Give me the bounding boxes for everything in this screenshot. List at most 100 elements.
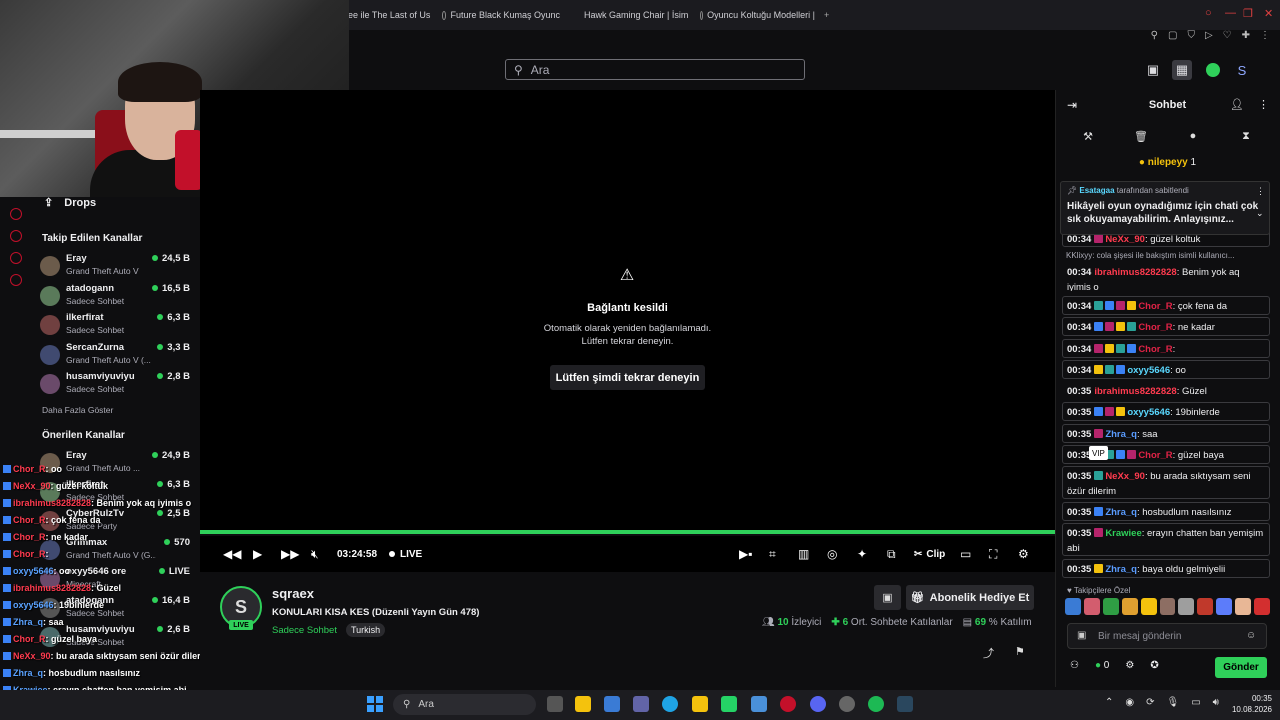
emote[interactable] — [1197, 598, 1214, 615]
chat-username[interactable]: Krawiee — [1105, 528, 1141, 539]
maximize-button[interactable]: ❐ — [1243, 7, 1253, 20]
chat-message[interactable]: 00:35 Zhra_q: hosbudlum nasılsınız — [1062, 502, 1270, 521]
emote-picker-icon[interactable]: ☺ — [1246, 630, 1256, 641]
emote[interactable] — [1254, 598, 1270, 615]
hammer-icon[interactable]: ⚒ — [1081, 130, 1095, 144]
users-icon[interactable]: 👤︎ — [1230, 98, 1244, 111]
store-icon[interactable]: ▣ — [1143, 60, 1163, 80]
discord-icon[interactable] — [810, 696, 826, 712]
progress-bar[interactable] — [200, 530, 1055, 534]
rewind-icon[interactable]: ◀◀ — [223, 546, 241, 562]
clip-button[interactable]: ✂ Clip — [914, 546, 945, 562]
taskbar-clock[interactable]: 00:35 10.08.2026 — [1222, 693, 1272, 715]
extensions-icon[interactable]: ✚ — [1242, 30, 1250, 46]
chat-username[interactable]: ibrahimus8282828 — [1094, 267, 1176, 278]
chat-input[interactable]: Bir mesaj gönderin — [1067, 623, 1267, 649]
chat-username[interactable]: ibrahimus8282828 — [1094, 386, 1176, 397]
chat-message[interactable]: 00:35 oxyy5646: 19binlerde — [1062, 402, 1270, 421]
browse-icon[interactable] — [10, 252, 22, 264]
chat-username[interactable]: Chor_R — [1138, 322, 1172, 333]
chat-settings-icon[interactable]: ▣ — [1077, 630, 1086, 641]
chat-message[interactable]: 00:35 Zhra_q: saa — [1062, 424, 1270, 443]
show-more-link[interactable]: Daha Fazla Göster — [42, 405, 113, 415]
search-icon[interactable]: ○ — [1205, 7, 1212, 19]
chat-username[interactable]: Zhra_q — [1105, 429, 1137, 440]
taskbar-search[interactable]: ⚲ Ara — [393, 694, 536, 715]
extra-button[interactable]: ▣ — [874, 585, 901, 610]
chat-username[interactable]: NeXx_90 — [1105, 471, 1145, 482]
chat-username[interactable]: Chor_R — [1138, 450, 1172, 461]
chat-username[interactable]: Chor_R — [1138, 344, 1172, 355]
chevron-up-icon[interactable]: ⌃ — [1105, 697, 1113, 708]
report-icon[interactable]: ⚑ — [1015, 645, 1025, 658]
start-button[interactable] — [367, 696, 383, 712]
share-icon[interactable]: ⤴ — [983, 645, 994, 661]
emote[interactable] — [1235, 598, 1252, 615]
sparkle-icon[interactable]: ✦ — [857, 546, 867, 562]
emote[interactable] — [1178, 598, 1195, 615]
points-icon[interactable] — [1203, 60, 1223, 80]
retry-button[interactable]: Lütfen şimdi tekrar deneyin — [550, 365, 705, 390]
followed-channel[interactable]: Eray Grand Theft Auto V 24,5 B — [40, 253, 190, 281]
community-icon[interactable]: ⚇ — [1070, 660, 1079, 671]
settings-gear-icon[interactable]: ⚙ — [1018, 546, 1029, 562]
mail-icon[interactable] — [604, 696, 620, 712]
browser-tab[interactable]: Oyuncu Koltuğu Modelleri | — [700, 6, 815, 24]
menu-icon[interactable]: ⋮ — [1260, 30, 1270, 46]
hourglass-icon[interactable]: ⧗ — [1239, 130, 1253, 144]
drops-icon[interactable]: ▦ — [1172, 60, 1192, 80]
trash-icon[interactable]: 🗑︎ — [1134, 130, 1148, 144]
chat-username[interactable]: NeXx_90 — [1105, 234, 1145, 245]
shield-icon[interactable]: ⛉ — [1187, 30, 1195, 46]
close-button[interactable]: ✕ — [1264, 7, 1273, 20]
fullscreen-icon[interactable]: ⛶ — [989, 546, 997, 562]
browser-tab[interactable]: Future Black Kumaş Oyunc — [442, 6, 560, 24]
gift-sub-button[interactable]: 🎁︎ Abonelik Hediye Et — [906, 585, 1034, 610]
steam-icon[interactable] — [897, 696, 913, 712]
chat-username[interactable]: Zhra_q — [1105, 507, 1137, 518]
mute-icon[interactable]: 🔇︎ — [311, 546, 319, 562]
channel-name[interactable]: sqraex — [272, 586, 314, 601]
chat-username[interactable]: Zhra_q — [1105, 564, 1137, 575]
search-input[interactable]: ⚲ Ara — [505, 59, 805, 80]
crop-icon[interactable]: ▢ — [1168, 30, 1177, 46]
folder-icon[interactable] — [692, 696, 708, 712]
forward-icon[interactable]: ▶▶ — [281, 546, 299, 562]
tray-app-icon[interactable]: ◉ — [1125, 697, 1134, 708]
followed-channel[interactable]: atadogann Sadece Sohbet 16,5 B — [40, 283, 190, 311]
stream-category[interactable]: Sadece Sohbet — [272, 625, 337, 636]
home-icon[interactable] — [10, 208, 22, 220]
chat-message[interactable]: 00:35 NeXx_90: bu arada sıktıysam seni öz… — [1062, 466, 1270, 499]
pinned-message[interactable]: 📌︎ Esatagaa tarafından sabitlendi Hikâye… — [1060, 181, 1270, 235]
profile-avatar[interactable]: S — [1232, 60, 1252, 80]
chevron-down-icon[interactable]: ⌄ — [1256, 208, 1264, 219]
camera-icon[interactable]: ▶▪ — [739, 546, 752, 562]
obs-icon[interactable] — [839, 696, 855, 712]
stats-icon[interactable]: ▥ — [798, 546, 809, 562]
followed-channel[interactable]: SercanZurna Grand Theft Auto V (... 3,3 B — [40, 342, 190, 370]
chat-username[interactable]: Chor_R — [1138, 301, 1172, 312]
clock-icon[interactable] — [10, 230, 22, 242]
emote[interactable] — [1159, 598, 1176, 615]
emote[interactable] — [1121, 598, 1138, 615]
explorer-icon[interactable] — [575, 696, 591, 712]
chat-message[interactable]: 00:35 Krawiee: erayın chatten ban yemişim… — [1062, 523, 1270, 556]
theater-icon[interactable]: ▭ — [960, 546, 971, 562]
points-balance[interactable]: ● 0 — [1095, 660, 1109, 671]
edge-icon[interactable] — [662, 696, 678, 712]
heart-icon[interactable]: ♡ — [1223, 30, 1232, 46]
new-tab-button[interactable]: + — [824, 6, 836, 24]
speed-icon[interactable]: ◎ — [827, 546, 837, 562]
crop-icon[interactable]: ⌗ — [769, 546, 776, 562]
followed-channel[interactable]: ilkerfirat Sadece Sohbet 6,3 B — [40, 312, 190, 340]
chat-message[interactable]: 00:34 ibrahimus8282828: Benim yok aq iyim… — [1062, 262, 1270, 292]
badge-icon[interactable]: ✪ — [1150, 660, 1158, 671]
pin-icon[interactable]: ⚲ — [1151, 30, 1158, 46]
task-view-icon[interactable] — [547, 696, 563, 712]
followed-channel[interactable]: husamviyuviyu Sadece Sohbet 2,8 B — [40, 371, 190, 399]
emote[interactable] — [1140, 598, 1157, 615]
chat-message[interactable]: 00:35 ibrahimus8282828: Güzel — [1062, 381, 1270, 400]
send-button[interactable]: Gönder — [1215, 657, 1267, 678]
tray-app-icon[interactable]: ⟳ — [1146, 697, 1154, 708]
pinned-menu-icon[interactable]: ⋮ — [1256, 186, 1265, 197]
